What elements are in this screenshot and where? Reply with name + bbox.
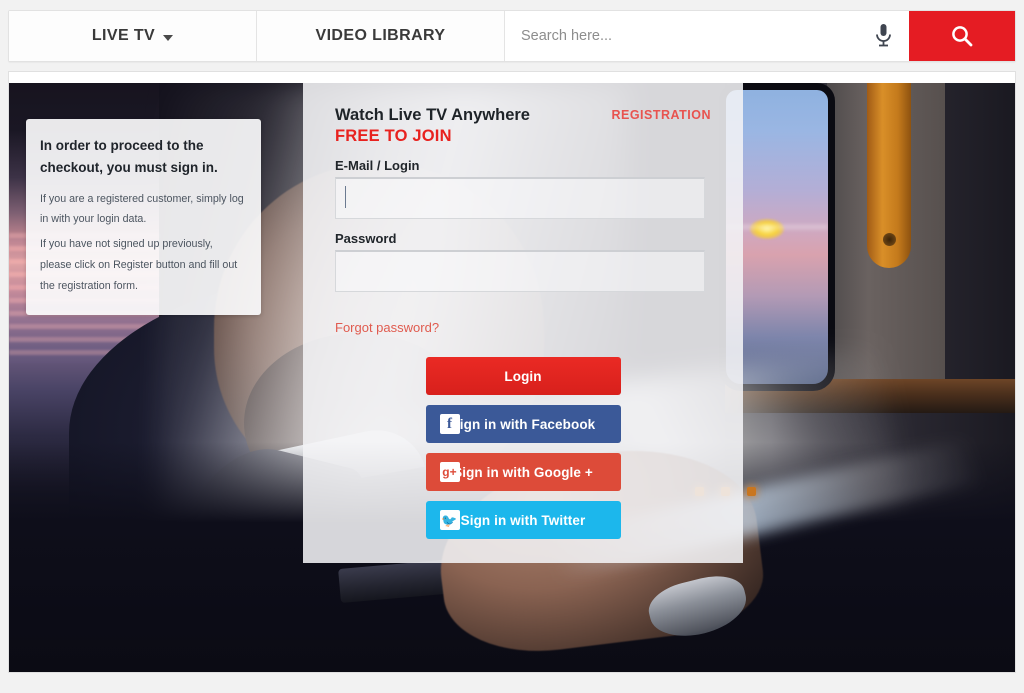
info-card-paragraph-1: If you are a registered customer, simply… bbox=[40, 192, 244, 226]
search-area bbox=[505, 11, 1015, 61]
page-root: LIVE TV VIDEO LIBRARY Search here... In … bbox=[0, 0, 1024, 693]
nav-item-live-tv-label: LIVE TV bbox=[91, 27, 156, 44]
nav-item-live-tv[interactable]: LIVE TV bbox=[9, 11, 257, 61]
search-input[interactable] bbox=[505, 11, 857, 61]
twitter-signin-button[interactable]: 🐦 Sign in with Twitter bbox=[425, 501, 621, 540]
login-headings: Watch Live TV Anywhere FREE TO JOIN bbox=[335, 105, 530, 146]
signin-info-card: In order to proceed to the checkout, you… bbox=[26, 119, 261, 315]
login-panel: Watch Live TV Anywhere FREE TO JOIN REGI… bbox=[303, 83, 743, 563]
login-button-label: Login bbox=[504, 368, 542, 384]
facebook-signin-button[interactable]: f Sign in with Facebook bbox=[425, 405, 621, 444]
login-heading-primary: Watch Live TV Anywhere bbox=[335, 106, 530, 124]
google-signin-label: Sign in with Google + bbox=[453, 464, 593, 480]
password-field-label: Password bbox=[335, 231, 397, 247]
hero-background-photo: In order to proceed to the checkout, you… bbox=[9, 83, 1015, 672]
google-plus-icon: g+ bbox=[439, 462, 460, 483]
info-card-paragraph-2: If you have not signed up previously, pl… bbox=[40, 238, 238, 292]
photo-cabin-handle bbox=[867, 83, 911, 268]
login-button[interactable]: Login bbox=[425, 357, 621, 396]
login-button-stack: Login f Sign in with Facebook g+ Sign in… bbox=[335, 357, 711, 540]
twitter-signin-label: Sign in with Twitter bbox=[460, 512, 586, 528]
login-heading-secondary: FREE TO JOIN bbox=[335, 126, 452, 145]
nav-item-video-library[interactable]: VIDEO LIBRARY bbox=[257, 11, 505, 61]
content-frame: In order to proceed to the checkout, you… bbox=[8, 71, 1016, 673]
search-submit-button[interactable] bbox=[909, 11, 1015, 61]
login-panel-header: Watch Live TV Anywhere FREE TO JOIN REGI… bbox=[335, 105, 711, 146]
microphone-icon bbox=[875, 24, 891, 47]
email-field-label: E-Mail / Login bbox=[335, 158, 420, 174]
facebook-signin-label: Sign in with Facebook bbox=[450, 416, 596, 432]
registration-link[interactable]: REGISTRATION bbox=[611, 108, 711, 122]
password-input[interactable] bbox=[335, 250, 705, 293]
twitter-icon: 🐦 bbox=[439, 510, 460, 531]
email-input[interactable] bbox=[335, 177, 705, 220]
info-card-title: In order to proceed to the checkout, you… bbox=[40, 138, 218, 176]
nav-item-video-library-label: VIDEO LIBRARY bbox=[315, 27, 446, 44]
search-icon bbox=[952, 26, 973, 47]
top-navigation-bar: LIVE TV VIDEO LIBRARY bbox=[8, 10, 1016, 62]
text-cursor bbox=[345, 186, 346, 209]
facebook-icon: f bbox=[439, 414, 460, 435]
google-signin-button[interactable]: g+ Sign in with Google + bbox=[425, 453, 621, 492]
microphone-button[interactable] bbox=[857, 11, 909, 61]
chevron-down-icon bbox=[163, 34, 174, 41]
forgot-password-link[interactable]: Forgot password? bbox=[335, 320, 439, 335]
email-field-wrapper bbox=[335, 177, 711, 220]
